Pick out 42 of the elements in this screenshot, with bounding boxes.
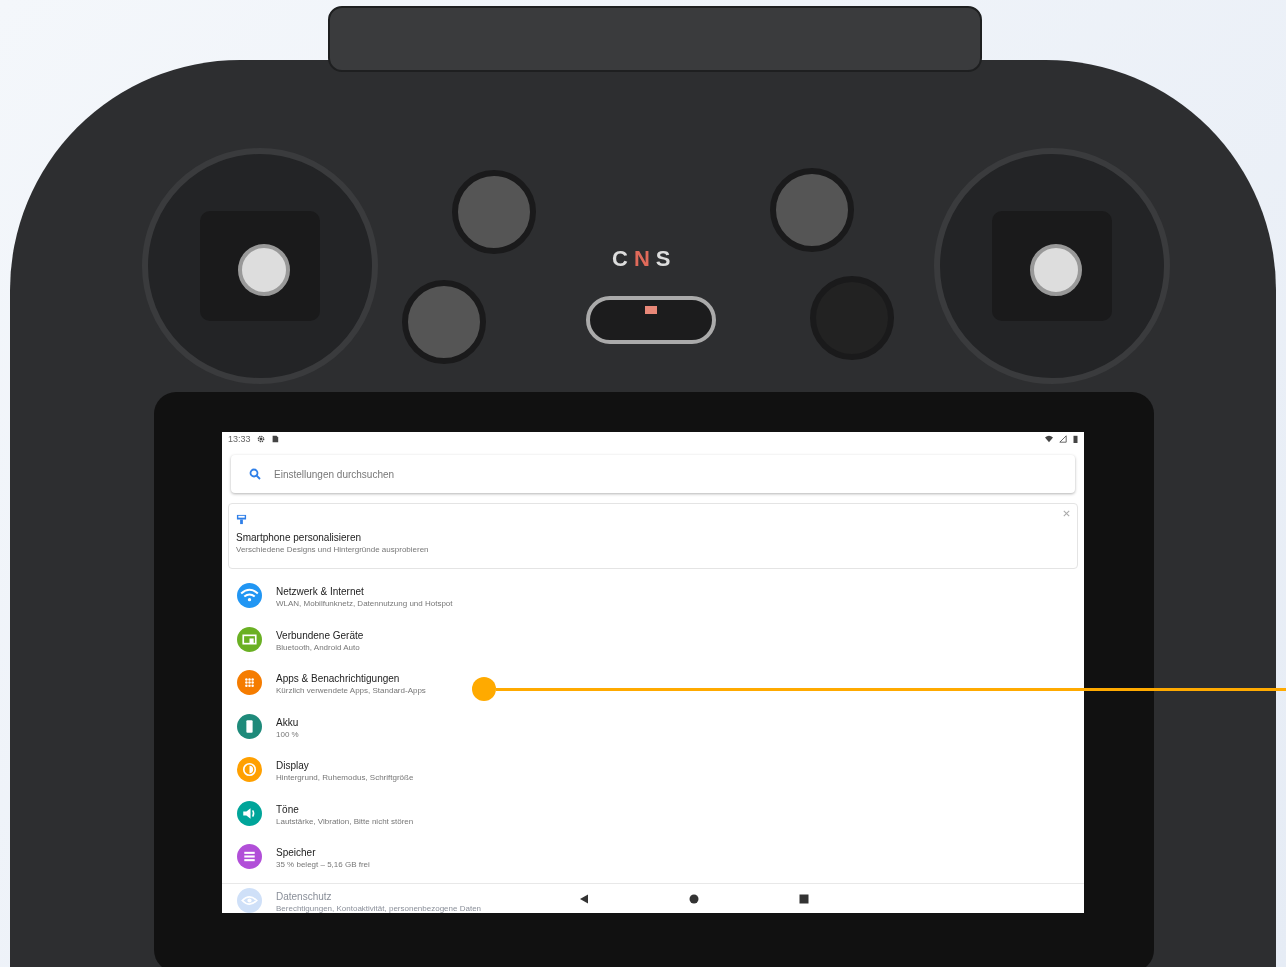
mode-label: C (612, 246, 628, 272)
mode-label: S (655, 246, 671, 272)
item-title: Netzwerk & Internet (276, 586, 365, 597)
item-subtitle: 100 % (276, 729, 299, 739)
settings-item[interactable]: Speicher 35 % belegt – 5,16 GB frei (222, 844, 370, 888)
battery-icon (1073, 435, 1078, 443)
mode-label: N (633, 246, 650, 272)
item-subtitle: WLAN, Mobilfunknetz, Datennutzung und Hotspot (276, 599, 453, 608)
wifi-icon (1045, 435, 1053, 443)
signal-icon (1059, 435, 1067, 443)
sd-card-icon (270, 435, 279, 443)
item-subtitle: Lautstärke, Vibration, Bitte nicht stören (276, 816, 414, 826)
item-title: Verbundene Geräte (276, 629, 364, 641)
item-subtitle: 35 % belegt – 5,16 GB frei (276, 860, 370, 869)
item-title: Akku (276, 716, 299, 728)
item-title: Töne (276, 803, 300, 815)
item-subtitle: Bluetooth, Android Auto (276, 642, 361, 652)
paintbrush-icon (236, 514, 247, 525)
item-title: Datenschutz (276, 890, 333, 902)
settings-item[interactable]: Verbundene Geräte Bluetooth, Android Auto (222, 626, 364, 670)
item-title: Speicher (276, 847, 317, 858)
settings-icon (256, 435, 265, 443)
suggestion-card[interactable]: Smartphone personalisieren Verschiedene Designs und Hintergründe ausprobieren (228, 503, 1078, 569)
item-subtitle: Hintergrund, Ruhemodus, Schriftgröße (276, 773, 414, 782)
settings-item[interactable]: Display Hintergrund, Ruhemodus, Schriftgröße (222, 757, 414, 801)
item-title: Display (276, 760, 310, 771)
settings-item[interactable]: Akku 100 % (222, 713, 299, 757)
settings-item[interactable]: Töne Lautstärke, Vibration, Bitte nicht stören (222, 800, 414, 844)
settings-item[interactable]: Netzwerk & Internet WLAN, Mobilfunknetz, Datennutzung und Hotspot (222, 583, 453, 627)
suggestion-subtitle: Verschiedene Designs und Hintergründe ausprobieren (236, 545, 430, 554)
settings-item[interactable]: Datenschutz Berechtigungen, Kontoaktivität, personenbezogene Daten (222, 887, 482, 913)
search-field[interactable]: Einstellungen durchsuchen (231, 455, 1075, 493)
status-time: 13:33 (228, 434, 251, 444)
suggestion-title: Smartphone personalisieren (236, 532, 363, 543)
item-subtitle: Kürzlich verwendete Apps, Standard-Apps (276, 686, 426, 695)
mode-switch[interactable] (586, 296, 716, 344)
settings-item[interactable]: Apps & Benachrichtigungen Kürzlich verwendete Apps, Standard-Apps (222, 670, 426, 714)
item-title: Apps & Benachrichtigungen (276, 673, 401, 684)
back-icon[interactable] (579, 893, 589, 904)
home-icon[interactable] (689, 893, 699, 904)
item-subtitle: Berechtigungen, Kontoaktivität, personenbezogene Daten (276, 903, 482, 913)
recents-icon[interactable] (799, 893, 809, 904)
